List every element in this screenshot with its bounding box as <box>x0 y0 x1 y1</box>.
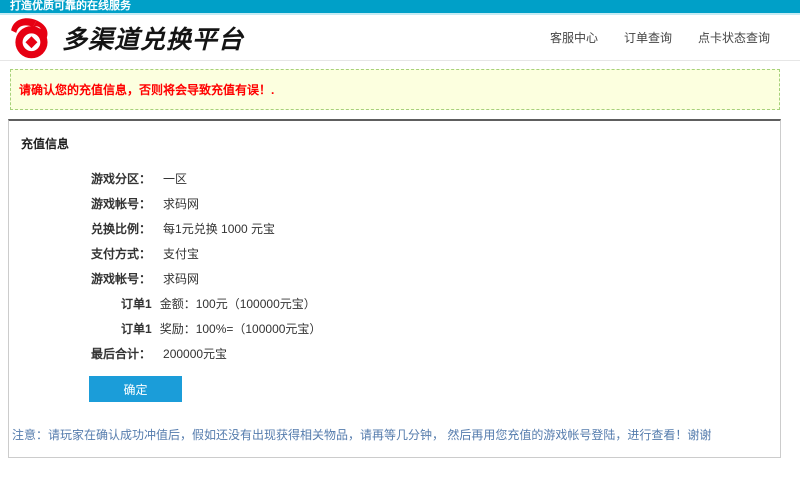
nav-link-0[interactable]: 客服中心 <box>550 29 598 46</box>
info-row: 支付方式： 支付宝 <box>91 241 770 266</box>
info-row: 游戏分区： 一区 <box>91 166 770 191</box>
row-label: 最后合计： <box>91 345 151 362</box>
row-value: 支付宝 <box>163 245 199 262</box>
confirm-button[interactable]: 确定 <box>89 376 182 402</box>
row-value: 奖励：100%=（100000元宝） <box>160 320 322 337</box>
site-header: 多渠道兑换平台 客服中心 订单查询 点卡状态查询 <box>0 15 800 61</box>
info-row: 订单1 金额：100元（100000元宝） <box>121 291 770 316</box>
info-row: 订单1 奖励：100%=（100000元宝） <box>121 316 770 341</box>
row-value: 一区 <box>163 170 187 187</box>
site-logo[interactable]: 多渠道兑换平台 <box>8 16 244 60</box>
row-label: 订单1 <box>121 295 152 312</box>
panel-title: 充值信息 <box>21 135 770 152</box>
row-label: 游戏分区： <box>91 170 151 187</box>
row-value: 金额：100元（100000元宝） <box>160 295 316 312</box>
info-row: 游戏帐号： 求码网 <box>91 191 770 216</box>
row-label: 游戏帐号： <box>91 195 151 212</box>
footer-note: 注意：请玩家在确认成功冲值后，假如还没有出现获得相关物品，请再等几分钟， 然后再… <box>12 428 770 443</box>
slogan-text: 打造优质可靠的在线服务 <box>10 0 131 12</box>
header-nav: 客服中心 订单查询 点卡状态查询 <box>550 29 770 46</box>
warning-text: 请确认您的充值信息，否则将会导致充值有误！. <box>19 81 274 98</box>
row-value: 求码网 <box>163 195 199 212</box>
info-row: 游戏帐号： 求码网 <box>91 266 770 291</box>
nav-link-1[interactable]: 订单查询 <box>624 29 672 46</box>
row-label: 兑换比例： <box>91 220 151 237</box>
row-value: 200000元宝 <box>163 345 227 362</box>
info-row: 兑换比例： 每1元兑换 1000 元宝 <box>91 216 770 241</box>
row-value: 每1元兑换 1000 元宝 <box>163 220 275 237</box>
row-label: 游戏帐号： <box>91 270 151 287</box>
info-row: 最后合计： 200000元宝 <box>91 341 770 366</box>
top-slogan-bar: 打造优质可靠的在线服务 <box>0 0 800 15</box>
recharge-warning-banner: 请确认您的充值信息，否则将会导致充值有误！. <box>10 69 780 110</box>
row-label: 支付方式： <box>91 245 151 262</box>
logo-text: 多渠道兑换平台 <box>62 20 244 56</box>
logo-coin-icon <box>8 16 60 60</box>
row-label: 订单1 <box>121 320 152 337</box>
recharge-info-panel: 充值信息 游戏分区：一区游戏帐号：求码网兑换比例：每1元兑换 1000 元宝支付… <box>8 119 781 458</box>
nav-link-2[interactable]: 点卡状态查询 <box>698 29 770 46</box>
recharge-rows: 游戏分区：一区游戏帐号：求码网兑换比例：每1元兑换 1000 元宝支付方式：支付… <box>9 166 770 366</box>
row-value: 求码网 <box>163 270 199 287</box>
